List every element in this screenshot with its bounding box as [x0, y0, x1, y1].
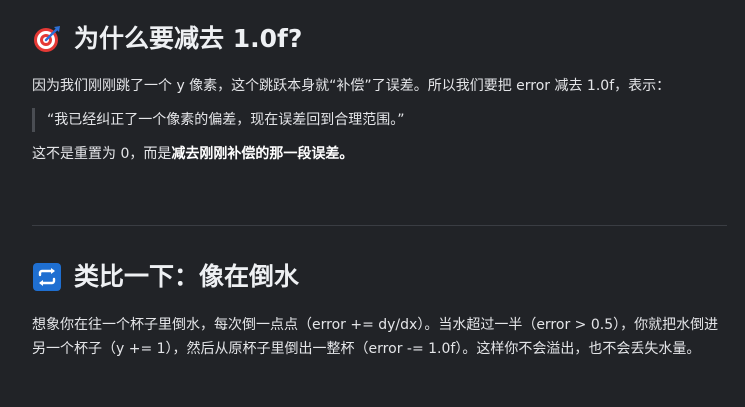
direct-hit-target-icon — [32, 24, 62, 54]
section-divider — [32, 225, 727, 226]
heading-text: 类比一下：像在倒水 — [74, 262, 300, 291]
emphasis-text: 减去刚刚补偿的那一段误差。 — [171, 146, 354, 162]
blockquote: “我已经纠正了一个像素的偏差，现在误差回到合理范围。” — [32, 108, 727, 132]
quote-text: “我已经纠正了一个像素的偏差，现在误差回到合理范围。” — [47, 112, 405, 128]
paragraph-explanation: 因为我们刚刚跳了一个 y 像素，这个跳跃本身就“补偿”了误差。所以我们要把 er… — [32, 78, 671, 94]
paragraph-not-reset: 这不是重置为 0，而是减去刚刚补偿的那一段误差。 — [32, 142, 727, 166]
section-heading: 类比一下：像在倒水 — [32, 261, 727, 293]
paragraph-analogy: 想象你在往一个杯子里倒水，每次倒一点点（error += dy/dx）。当水超过… — [32, 317, 719, 357]
repeat-arrows-icon — [32, 262, 62, 292]
paragraph-prefix: 这不是重置为 0，而是 — [32, 146, 172, 162]
section-heading: 为什么要减去 1.0f? — [32, 23, 727, 55]
section-analogy: 类比一下：像在倒水 想象你在往一个杯子里倒水，每次倒一点点（error += d… — [32, 261, 727, 361]
heading-text: 为什么要减去 1.0f? — [74, 24, 303, 53]
section-why-subtract: 为什么要减去 1.0f? 因为我们刚刚跳了一个 y 像素，这个跳跃本身就“补偿”… — [32, 23, 727, 166]
